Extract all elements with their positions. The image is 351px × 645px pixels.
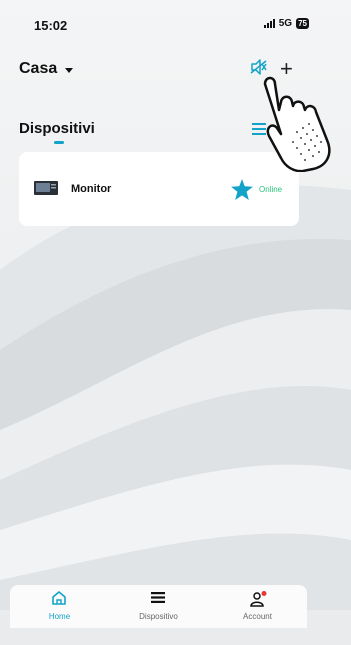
device-status: Online: [259, 185, 283, 194]
battery-icon: 75: [296, 18, 309, 29]
user-icon: [250, 591, 267, 607]
clock: 15:02: [34, 18, 68, 33]
section-title[interactable]: Dispositivi: [19, 120, 95, 137]
chevron-down-icon: [65, 67, 74, 73]
status-indicators: 5G 75: [263, 18, 309, 29]
notification-dot: [261, 591, 267, 596]
device-list-icon: [151, 592, 165, 603]
favorite-button[interactable]: [231, 179, 253, 205]
section-tab-indicator: [54, 141, 64, 144]
home-name: Casa: [19, 60, 58, 77]
tab-device-label: Dispositivo: [139, 612, 178, 621]
monitor-icon: [34, 181, 58, 195]
tab-home-label: Home: [48, 612, 71, 621]
network-type: 5G: [278, 18, 293, 29]
app-screen: 15:02 5G 75 Casa + Dispositivi Monitor O…: [0, 0, 351, 645]
home-icon: [52, 591, 66, 605]
star-icon: [231, 179, 253, 200]
tab-device[interactable]: Dispositivo: [109, 585, 208, 628]
pointing-hand-icon: [263, 76, 331, 172]
device-name: Monitor: [71, 183, 112, 195]
home-selector[interactable]: Casa: [19, 60, 74, 78]
tab-account-label: Account: [243, 612, 272, 621]
status-bar: 15:02 5G 75: [0, 18, 351, 34]
tab-home[interactable]: Home: [10, 585, 109, 628]
bottom-tab-bar: Home Dispositivo Account: [10, 585, 307, 628]
signal-icon: [263, 19, 275, 28]
tab-account[interactable]: Account: [208, 585, 307, 628]
